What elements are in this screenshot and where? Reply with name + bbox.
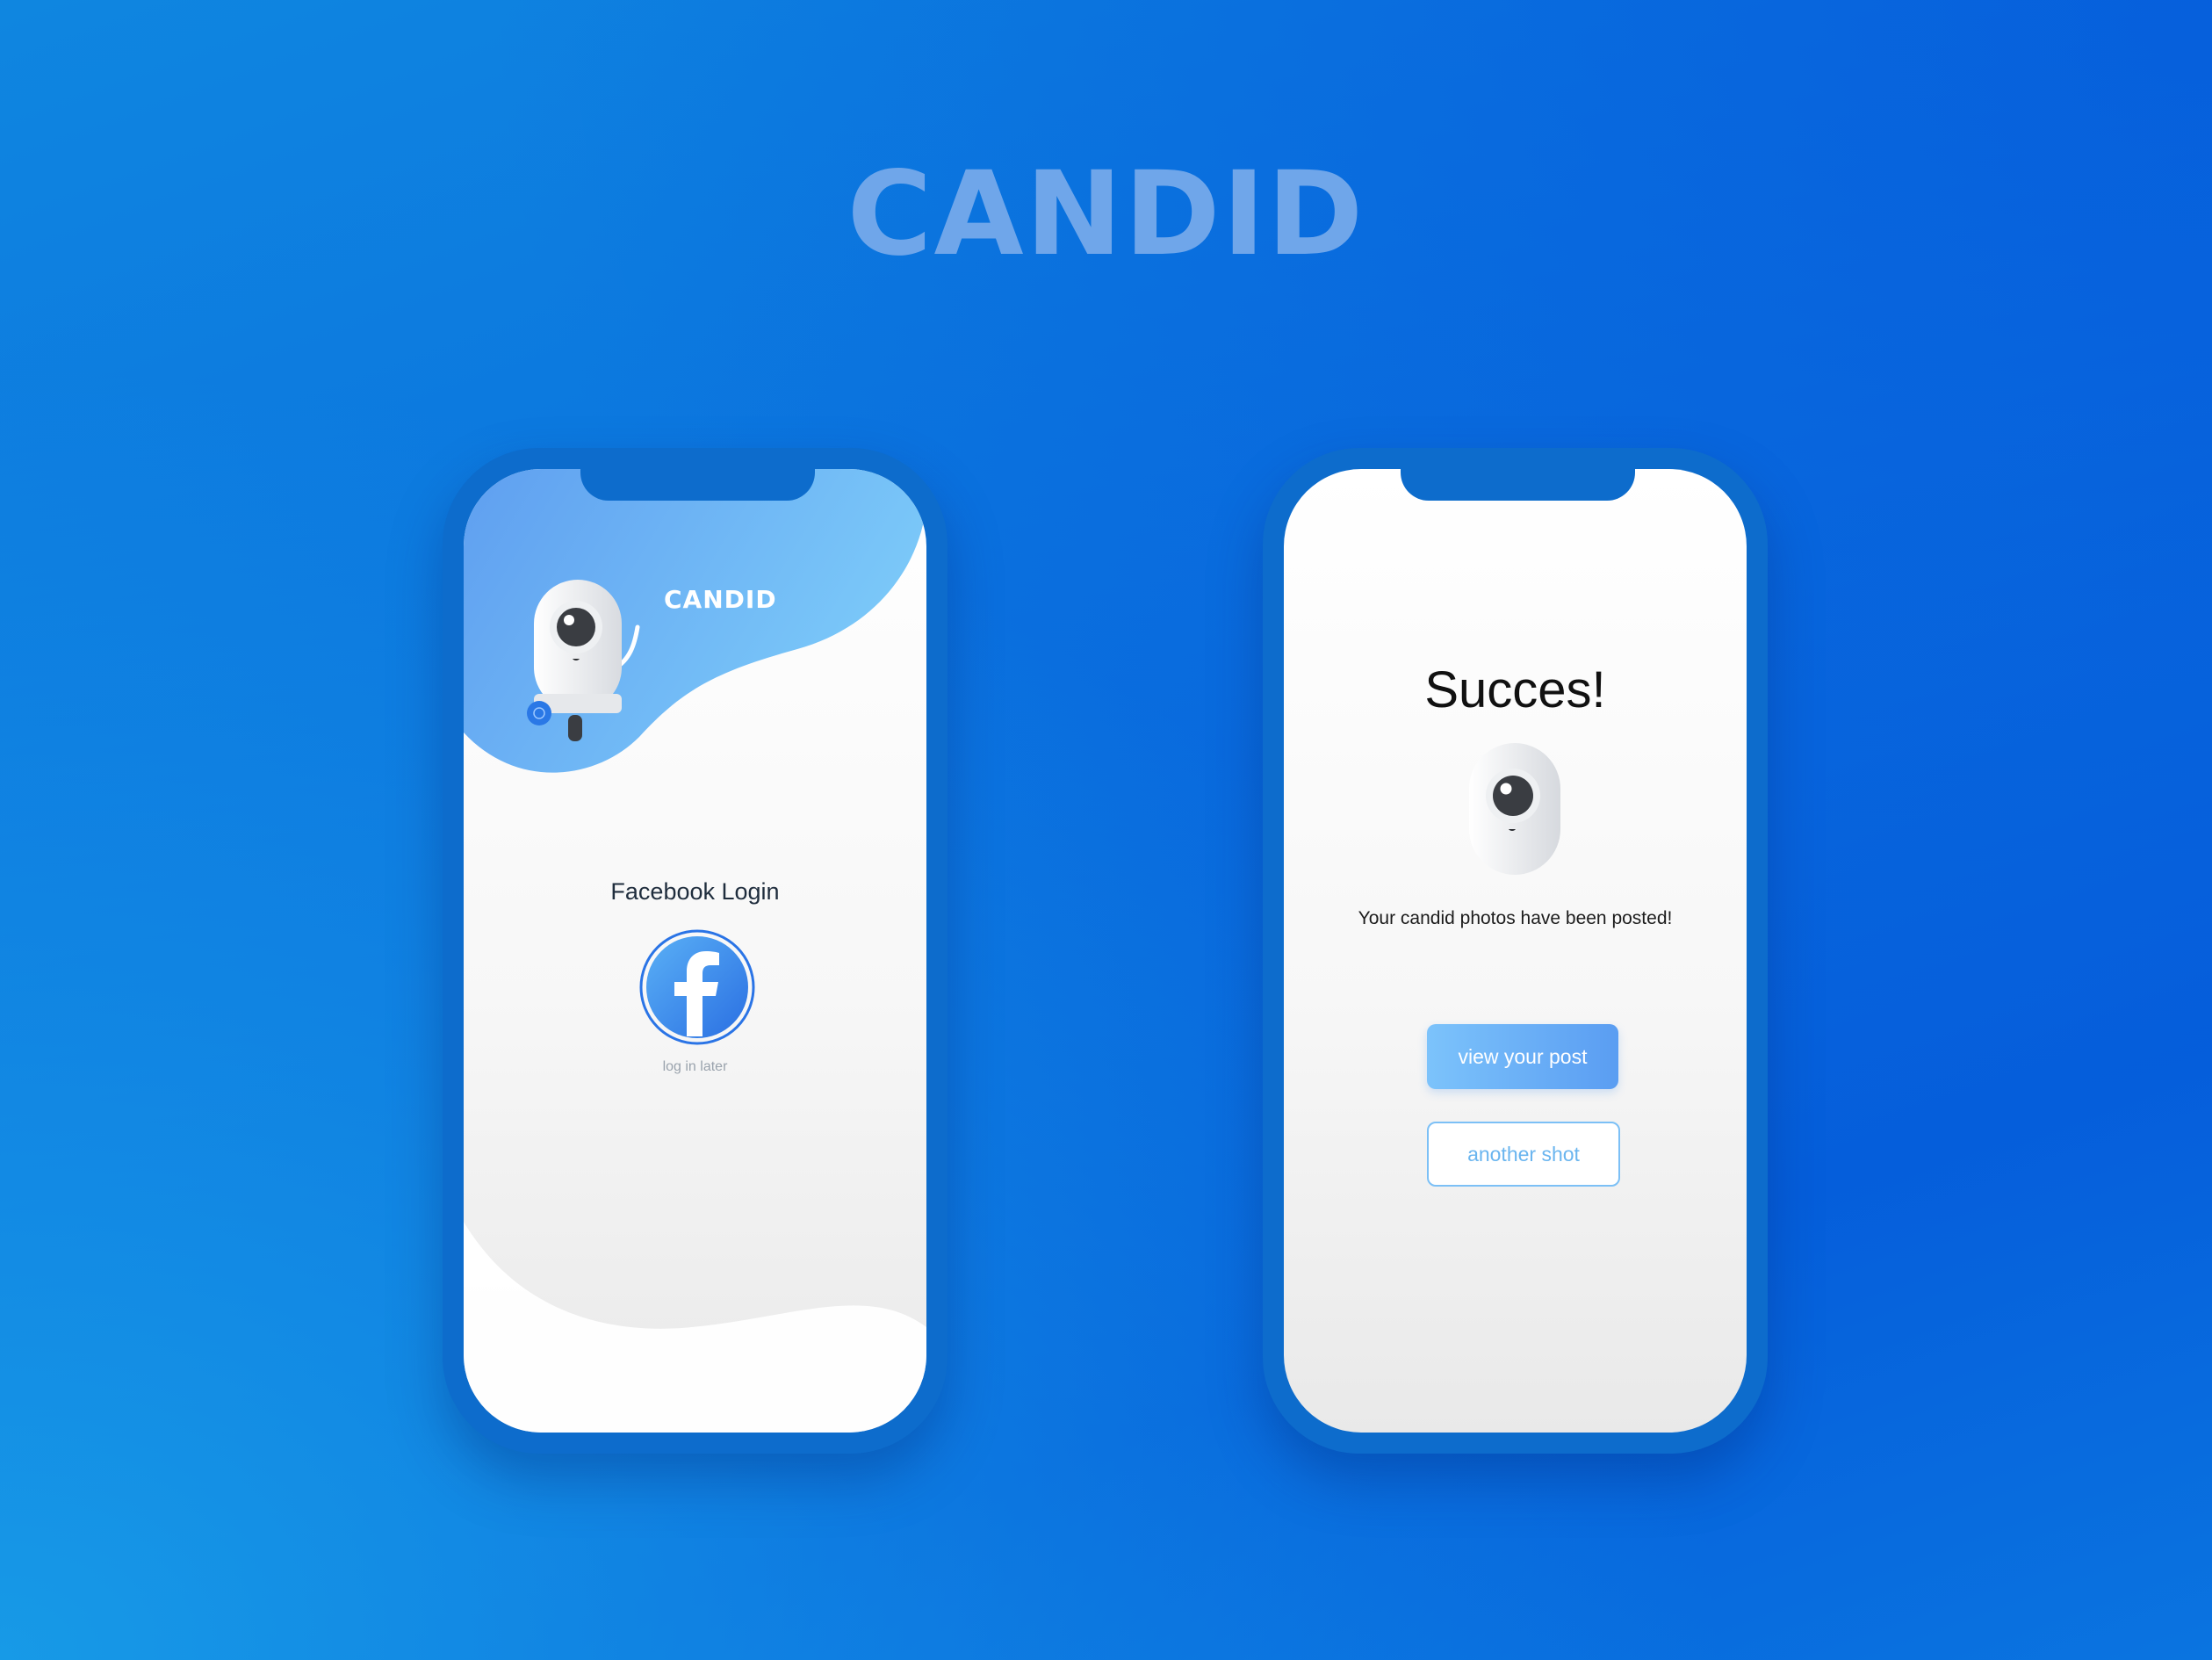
facebook-login-label: Facebook Login — [610, 878, 780, 905]
another-shot-button[interactable]: another shot — [1427, 1122, 1620, 1187]
camera-mascot-icon — [527, 580, 640, 741]
camera-mascot-icon — [1469, 743, 1560, 875]
view-post-button[interactable]: view your post — [1427, 1024, 1618, 1089]
log-in-later-link[interactable]: log in later — [464, 1059, 926, 1075]
brand-logo-text: CANDID — [664, 585, 777, 614]
footer-wave — [464, 1222, 926, 1433]
success-screen: Succes! Your candid photos have been pos… — [1284, 469, 1747, 1433]
login-screen: CANDID Facebook Login log in later — [464, 469, 926, 1433]
success-phone-frame: Succes! Your candid photos have been pos… — [1263, 448, 1768, 1454]
phone-notch — [1401, 469, 1635, 501]
facebook-login-button[interactable] — [639, 929, 755, 1045]
posted-message: Your candid photos have been posted! — [1358, 908, 1673, 928]
success-heading: Succes! — [1424, 661, 1606, 718]
phone-notch — [580, 469, 815, 501]
app-title: CANDID — [847, 147, 1365, 282]
login-phone-frame: CANDID Facebook Login log in later — [443, 448, 947, 1454]
